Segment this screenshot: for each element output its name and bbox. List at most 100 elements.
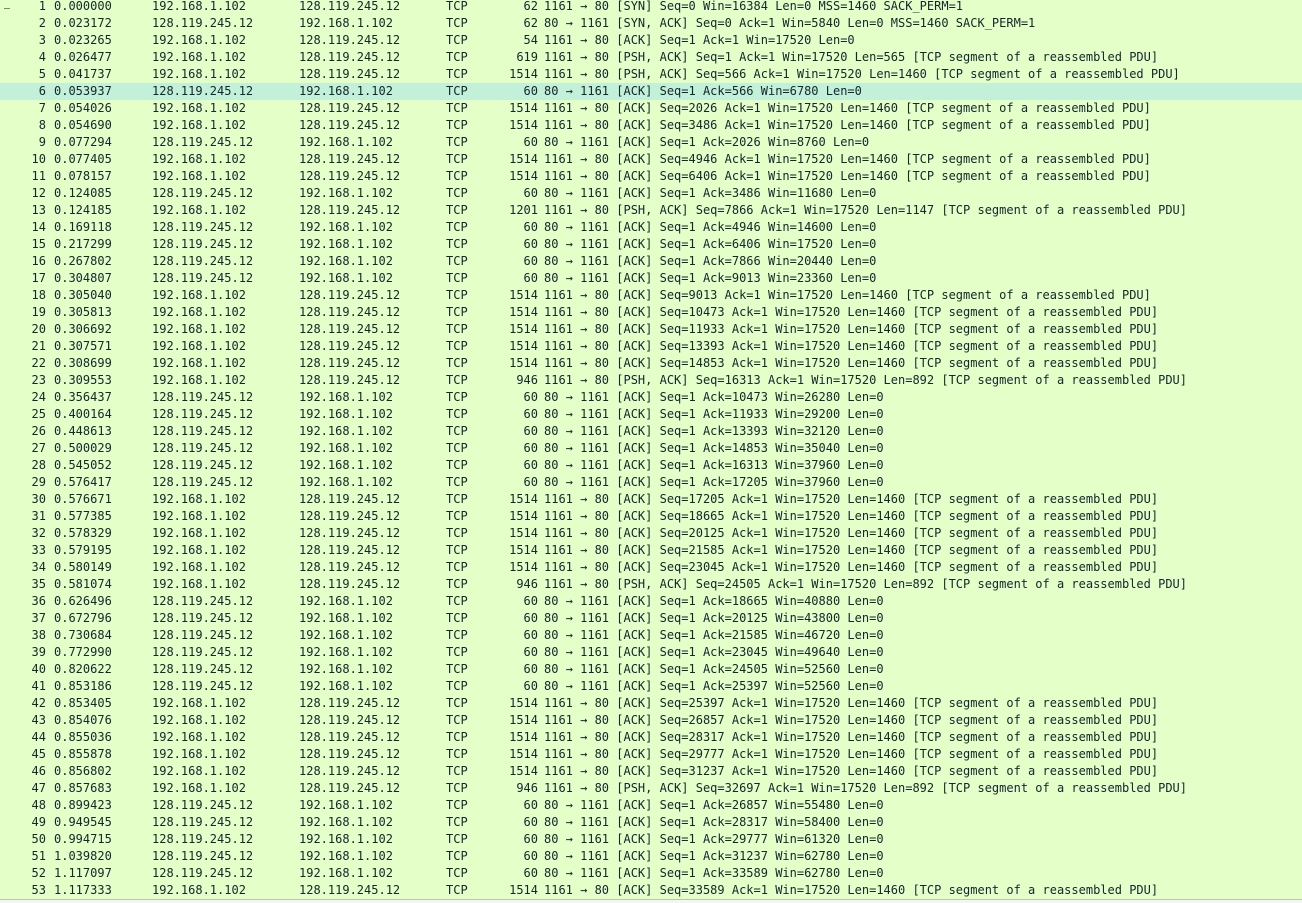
packet-info: 1161 → 80 [ACK] Seq=6406 Ack=1 Win=17520…	[544, 168, 1302, 185]
packet-row[interactable]: 32 0.578329 192.168.1.102 128.119.245.12…	[0, 525, 1302, 542]
packet-row[interactable]: 9 0.077294 128.119.245.12 192.168.1.102 …	[0, 134, 1302, 151]
packet-number: 49	[0, 814, 46, 831]
packet-row[interactable]: 29 0.576417 128.119.245.12 192.168.1.102…	[0, 474, 1302, 491]
packet-row[interactable]: 27 0.500029 128.119.245.12 192.168.1.102…	[0, 440, 1302, 457]
packet-row[interactable]: 10 0.077405 192.168.1.102 128.119.245.12…	[0, 151, 1302, 168]
packet-row[interactable]: 45 0.855878 192.168.1.102 128.119.245.12…	[0, 746, 1302, 763]
packet-row[interactable]: 17 0.304807 128.119.245.12 192.168.1.102…	[0, 270, 1302, 287]
packet-length: 60	[496, 270, 538, 287]
packet-row[interactable]: 14 0.169118 128.119.245.12 192.168.1.102…	[0, 219, 1302, 236]
packet-source: 192.168.1.102	[152, 712, 292, 729]
packet-destination: 128.119.245.12	[299, 355, 439, 372]
packet-row[interactable]: 16 0.267802 128.119.245.12 192.168.1.102…	[0, 253, 1302, 270]
packet-destination: 128.119.245.12	[299, 0, 439, 15]
packet-number: 42	[0, 695, 46, 712]
packet-time: 0.078157	[54, 168, 144, 185]
packet-protocol: TCP	[446, 508, 496, 525]
packet-row[interactable]: 46 0.856802 192.168.1.102 128.119.245.12…	[0, 763, 1302, 780]
packet-row[interactable]: 38 0.730684 128.119.245.12 192.168.1.102…	[0, 627, 1302, 644]
packet-list[interactable]: 1 0.000000 192.168.1.102 128.119.245.12 …	[0, 0, 1302, 903]
packet-row[interactable]: 13 0.124185 192.168.1.102 128.119.245.12…	[0, 202, 1302, 219]
packet-protocol: TCP	[446, 321, 496, 338]
packet-time: 0.578329	[54, 525, 144, 542]
packet-source: 192.168.1.102	[152, 338, 292, 355]
packet-row[interactable]: 11 0.078157 192.168.1.102 128.119.245.12…	[0, 168, 1302, 185]
packet-row[interactable]: 52 1.117097 128.119.245.12 192.168.1.102…	[0, 865, 1302, 882]
packet-row[interactable]: 48 0.899423 128.119.245.12 192.168.1.102…	[0, 797, 1302, 814]
packet-row[interactable]: 19 0.305813 192.168.1.102 128.119.245.12…	[0, 304, 1302, 321]
packet-number: 39	[0, 644, 46, 661]
packet-number: 18	[0, 287, 46, 304]
packet-row[interactable]: 6 0.053937 128.119.245.12 192.168.1.102 …	[0, 83, 1302, 100]
packet-row[interactable]: 7 0.054026 192.168.1.102 128.119.245.12 …	[0, 100, 1302, 117]
packet-time: 0.579195	[54, 542, 144, 559]
packet-destination: 128.119.245.12	[299, 304, 439, 321]
packet-protocol: TCP	[446, 134, 496, 151]
packet-length: 60	[496, 593, 538, 610]
packet-row[interactable]: 49 0.949545 128.119.245.12 192.168.1.102…	[0, 814, 1302, 831]
packet-row[interactable]: 41 0.853186 128.119.245.12 192.168.1.102…	[0, 678, 1302, 695]
packet-protocol: TCP	[446, 712, 496, 729]
packet-source: 128.119.245.12	[152, 814, 292, 831]
packet-row[interactable]: 34 0.580149 192.168.1.102 128.119.245.12…	[0, 559, 1302, 576]
packet-row[interactable]: 39 0.772990 128.119.245.12 192.168.1.102…	[0, 644, 1302, 661]
packet-row[interactable]: 15 0.217299 128.119.245.12 192.168.1.102…	[0, 236, 1302, 253]
packet-row[interactable]: 37 0.672796 128.119.245.12 192.168.1.102…	[0, 610, 1302, 627]
packet-number: 27	[0, 440, 46, 457]
packet-source: 128.119.245.12	[152, 678, 292, 695]
packet-row[interactable]: 22 0.308699 192.168.1.102 128.119.245.12…	[0, 355, 1302, 372]
packet-row[interactable]: 36 0.626496 128.119.245.12 192.168.1.102…	[0, 593, 1302, 610]
packet-length: 1514	[496, 338, 538, 355]
packet-row[interactable]: 23 0.309553 192.168.1.102 128.119.245.12…	[0, 372, 1302, 389]
packet-length: 60	[496, 134, 538, 151]
packet-protocol: TCP	[446, 236, 496, 253]
packet-time: 1.117097	[54, 865, 144, 882]
packet-row[interactable]: 18 0.305040 192.168.1.102 128.119.245.12…	[0, 287, 1302, 304]
packet-row[interactable]: 20 0.306692 192.168.1.102 128.119.245.12…	[0, 321, 1302, 338]
packet-row[interactable]: 1 0.000000 192.168.1.102 128.119.245.12 …	[0, 0, 1302, 15]
packet-row[interactable]: 35 0.581074 192.168.1.102 128.119.245.12…	[0, 576, 1302, 593]
packet-row[interactable]: 51 1.039820 128.119.245.12 192.168.1.102…	[0, 848, 1302, 865]
packet-row[interactable]: 30 0.576671 192.168.1.102 128.119.245.12…	[0, 491, 1302, 508]
packet-info: 80 → 1161 [ACK] Seq=1 Ack=4946 Win=14600…	[544, 219, 1302, 236]
packet-row[interactable]: 8 0.054690 192.168.1.102 128.119.245.12 …	[0, 117, 1302, 134]
packet-length: 946	[496, 576, 538, 593]
packet-row[interactable]: 28 0.545052 128.119.245.12 192.168.1.102…	[0, 457, 1302, 474]
packet-row[interactable]: 21 0.307571 192.168.1.102 128.119.245.12…	[0, 338, 1302, 355]
packet-protocol: TCP	[446, 406, 496, 423]
packet-row[interactable]: 2 0.023172 128.119.245.12 192.168.1.102 …	[0, 15, 1302, 32]
packet-source: 128.119.245.12	[152, 389, 292, 406]
packet-row[interactable]: 5 0.041737 192.168.1.102 128.119.245.12 …	[0, 66, 1302, 83]
packet-time: 0.672796	[54, 610, 144, 627]
packet-row[interactable]: 43 0.854076 192.168.1.102 128.119.245.12…	[0, 712, 1302, 729]
packet-row[interactable]: 40 0.820622 128.119.245.12 192.168.1.102…	[0, 661, 1302, 678]
packet-row[interactable]: 31 0.577385 192.168.1.102 128.119.245.12…	[0, 508, 1302, 525]
packet-length: 60	[496, 831, 538, 848]
packet-row[interactable]: 50 0.994715 128.119.245.12 192.168.1.102…	[0, 831, 1302, 848]
packet-row[interactable]: 4 0.026477 192.168.1.102 128.119.245.12 …	[0, 49, 1302, 66]
packet-row[interactable]: 12 0.124085 128.119.245.12 192.168.1.102…	[0, 185, 1302, 202]
packet-length: 1514	[496, 321, 538, 338]
packet-destination: 128.119.245.12	[299, 576, 439, 593]
packet-protocol: TCP	[446, 100, 496, 117]
packet-number: 36	[0, 593, 46, 610]
packet-row[interactable]: 24 0.356437 128.119.245.12 192.168.1.102…	[0, 389, 1302, 406]
packet-protocol: TCP	[446, 389, 496, 406]
packet-row[interactable]: 26 0.448613 128.119.245.12 192.168.1.102…	[0, 423, 1302, 440]
packet-row[interactable]: 33 0.579195 192.168.1.102 128.119.245.12…	[0, 542, 1302, 559]
packet-length: 1514	[496, 100, 538, 117]
packet-row[interactable]: 47 0.857683 192.168.1.102 128.119.245.12…	[0, 780, 1302, 797]
packet-row[interactable]: 25 0.400164 128.119.245.12 192.168.1.102…	[0, 406, 1302, 423]
packet-protocol: TCP	[446, 780, 496, 797]
packet-length: 60	[496, 185, 538, 202]
packet-row[interactable]: 53 1.117333 192.168.1.102 128.119.245.12…	[0, 882, 1302, 899]
packet-number: 25	[0, 406, 46, 423]
packet-row[interactable]: 44 0.855036 192.168.1.102 128.119.245.12…	[0, 729, 1302, 746]
packet-protocol: TCP	[446, 644, 496, 661]
packet-source: 192.168.1.102	[152, 100, 292, 117]
packet-time: 0.949545	[54, 814, 144, 831]
packet-info: 80 → 1161 [ACK] Seq=1 Ack=6406 Win=17520…	[544, 236, 1302, 253]
packet-row[interactable]: 3 0.023265 192.168.1.102 128.119.245.12 …	[0, 32, 1302, 49]
packet-row[interactable]: 42 0.853405 192.168.1.102 128.119.245.12…	[0, 695, 1302, 712]
packet-info: 80 → 1161 [ACK] Seq=1 Ack=16313 Win=3796…	[544, 457, 1302, 474]
